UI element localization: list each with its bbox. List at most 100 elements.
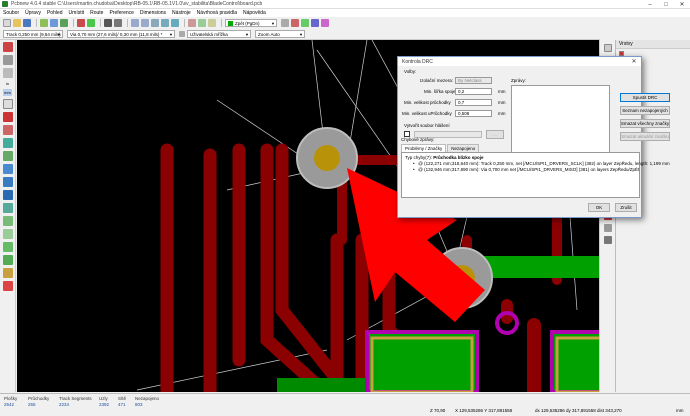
layer-pair-icon[interactable]	[208, 19, 216, 27]
stat-vias-value: 255	[28, 402, 36, 407]
zoom-redraw-icon[interactable]	[151, 19, 159, 27]
footprint-editor-icon[interactable]	[60, 19, 68, 27]
microwave-toolbar-icon[interactable]	[2, 229, 13, 239]
menu-navrhova-pravidla[interactable]: Návrhová pravidla	[197, 10, 237, 16]
redo-icon[interactable]	[87, 19, 95, 27]
cancel-button[interactable]: Zrušit	[615, 203, 637, 212]
select-tool-icon[interactable]	[603, 44, 612, 52]
drc-icon[interactable]	[291, 19, 299, 27]
script-icon[interactable]	[321, 19, 329, 27]
set-origin-icon[interactable]	[603, 224, 612, 232]
units-inch-toggle[interactable]: in	[6, 81, 9, 86]
list-unconnected-button[interactable]: Seznam nezapojených	[620, 106, 670, 115]
cursor-shape-icon[interactable]	[2, 99, 13, 109]
auto-track-width-icon[interactable]	[179, 31, 185, 37]
title-bar: Pcbnew 4.0.4 stable C:\Users\martin.chud…	[0, 0, 690, 9]
zoom-selection-icon[interactable]	[171, 19, 179, 27]
library-icon[interactable]	[50, 19, 58, 27]
error-type-value: Průchodka blízko spoje	[433, 155, 484, 160]
drc-dialog-close-button[interactable]: ✕	[627, 57, 641, 66]
show-ratsnest-icon[interactable]	[2, 255, 13, 265]
plot-icon[interactable]	[114, 19, 122, 27]
grid-origin-icon[interactable]	[603, 236, 612, 244]
undo-icon[interactable]	[77, 19, 85, 27]
track-width-select[interactable]: Track 0,250 mm (9,84 mils) ▼	[3, 30, 63, 38]
chevron-down-icon: ▼	[299, 31, 303, 37]
tab-problems-markers[interactable]: Problémy / Značky	[401, 144, 447, 152]
options-label: Volby:	[404, 69, 417, 74]
minimize-button[interactable]: –	[642, 0, 658, 9]
error-list[interactable]: Typ chyby(7): Průchodka blízko spoje • @…	[401, 152, 670, 198]
menu-napoveda[interactable]: Nápověda	[243, 10, 266, 16]
toolbar-separator	[36, 19, 37, 27]
min-uvia-size-input[interactable]: 0,508	[455, 110, 492, 117]
menu-route[interactable]: Route	[90, 10, 103, 16]
via-sketch-icon[interactable]	[2, 177, 13, 187]
error-item[interactable]: • @ (132,946 mm;317,890 mm): Via 0,700 m…	[405, 167, 639, 173]
layer-pair-switch-icon[interactable]	[281, 19, 289, 27]
delete-current-marker-button[interactable]: Smazat aktuální značku	[620, 132, 670, 141]
menu-bar: Soubor Úpravy Pohled Umístit Route Prefe…	[0, 9, 690, 17]
save-icon[interactable]	[23, 19, 31, 27]
tab-unconnected[interactable]: Nezapojeno	[447, 144, 480, 152]
options-toolbar: Track 0,250 mm (9,84 mils) ▼ Via 0,70 mm…	[0, 29, 600, 40]
grid-select[interactable]: Uživatelská mřížka ▼	[187, 30, 251, 38]
pad-sketch-icon[interactable]	[2, 164, 13, 174]
zone-display-icon[interactable]	[2, 138, 13, 148]
zoom-select[interactable]: Zoom Auto ▼	[255, 30, 305, 38]
layer-color-swatch[interactable]	[619, 50, 624, 56]
find-icon[interactable]	[188, 19, 196, 27]
layers-panel-header: Vrstvy	[616, 40, 690, 49]
new-board-icon[interactable]	[3, 19, 11, 27]
toolbar-separator	[184, 19, 185, 27]
delete-all-markers-button[interactable]: Smazat všechny značky	[620, 119, 670, 128]
zoom-in-icon[interactable]	[131, 19, 139, 27]
high-contrast-icon[interactable]	[2, 203, 13, 213]
grid-label: Uživatelská mřížka	[190, 31, 228, 37]
menu-soubor[interactable]: Soubor	[3, 10, 19, 16]
stat-unconnected: Nezapojeno 803	[135, 396, 159, 408]
zoom-fit-icon[interactable]	[161, 19, 169, 27]
show-options-icon[interactable]	[2, 242, 13, 252]
browse-report-button[interactable]: ...	[486, 130, 504, 139]
min-track-width-input[interactable]: 0,2	[455, 88, 492, 95]
drc-off-icon[interactable]	[2, 42, 13, 52]
units-mm-toggle[interactable]: mm	[3, 89, 12, 96]
grid-icon[interactable]	[2, 55, 13, 65]
min-track-width-label: Min. šířka spoje	[424, 89, 456, 94]
menu-umistit[interactable]: Umístit	[69, 10, 85, 16]
track-sketch-icon[interactable]	[2, 190, 13, 200]
stat-nodes-value: 2392	[99, 402, 110, 407]
zone-outline-icon[interactable]	[2, 151, 13, 161]
menu-preference[interactable]: Preference	[109, 10, 133, 16]
netname-display-icon[interactable]	[2, 281, 13, 291]
zoom-out-icon[interactable]	[141, 19, 149, 27]
close-window-button[interactable]: ✕	[674, 0, 690, 9]
autoplace-icon[interactable]	[301, 19, 309, 27]
curved-ratsnest-icon[interactable]	[2, 268, 13, 278]
open-folder-icon[interactable]	[13, 19, 21, 27]
page-settings-icon[interactable]	[40, 19, 48, 27]
messages-box[interactable]	[511, 85, 610, 153]
min-via-size-input[interactable]: 0,7	[455, 99, 492, 106]
menu-upravy[interactable]: Úpravy	[25, 10, 41, 16]
maximize-button[interactable]: □	[658, 0, 674, 9]
autoroute-icon[interactable]	[311, 19, 319, 27]
drc-dialog-body: Volby: Izolační mezera: By Netclass Min.…	[398, 66, 670, 218]
menu-dimensions[interactable]: Dimensions	[140, 10, 166, 16]
active-layer-select[interactable]: Zpět (PgDn) ▼	[225, 19, 277, 27]
via-size-select[interactable]: Via 0,70 mm (27,6 mils)/ 0,30 mm (11,8 m…	[67, 30, 175, 38]
polar-coords-icon[interactable]	[2, 68, 13, 78]
module-ratsnest-icon[interactable]	[2, 125, 13, 135]
run-drc-button[interactable]: Spustit DRC	[620, 93, 670, 102]
toolbar-separator	[221, 19, 222, 27]
menu-pohled[interactable]: Pohled	[47, 10, 63, 16]
layer-manager-icon[interactable]	[2, 216, 13, 226]
ratsnest-icon[interactable]	[2, 112, 13, 122]
ok-button[interactable]: OK	[588, 203, 610, 212]
toolbar-separator	[73, 19, 74, 27]
print-icon[interactable]	[104, 19, 112, 27]
cursor-coordinates: X 129,535286 Y 317,891558	[455, 408, 513, 413]
menu-nastroje[interactable]: Nástroje	[172, 10, 191, 16]
netlist-icon[interactable]	[198, 19, 206, 27]
